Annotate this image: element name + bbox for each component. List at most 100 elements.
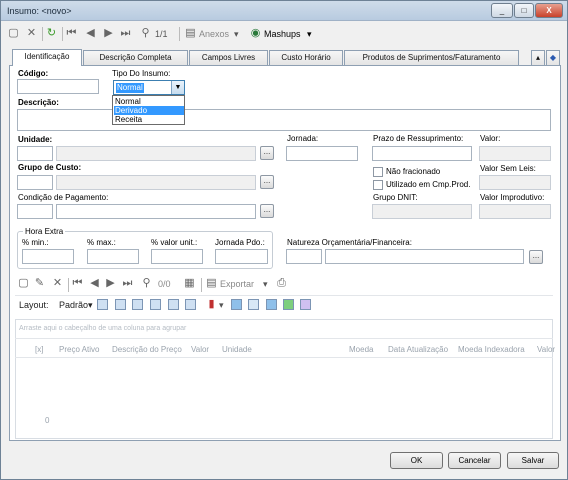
layout-save-icon[interactable] <box>97 299 108 310</box>
grupo-custo-code-input[interactable] <box>17 175 53 190</box>
utilizado-cmp-checkbox[interactable] <box>373 180 383 190</box>
tab-scroll-up-icon[interactable]: ▴ <box>531 50 545 65</box>
main-toolbar: ▢ ✕ ↻ ⏮ ◀ ▶ ⏭ ⚲ 1/1 ▤ Anexos ▾ ◉ Mashups… <box>3 23 565 45</box>
grid-first-icon[interactable]: ⏮ <box>71 277 84 290</box>
condicao-pagamento-description-input[interactable] <box>56 204 256 219</box>
font-icon[interactable] <box>300 299 311 310</box>
binoculars-icon[interactable]: ⚲ <box>139 27 152 40</box>
next-record-icon[interactable]: ▶ <box>102 27 115 40</box>
print-icon[interactable]: ⎙ <box>275 277 288 290</box>
chart-dropdown-arrow-icon[interactable]: ▾ <box>219 298 224 312</box>
tab-produtos-suprimentos[interactable]: Produtos de Suprimentos/Faturamento <box>344 50 519 65</box>
exportar-dropdown-arrow-icon[interactable]: ▾ <box>263 277 268 291</box>
anexos-button[interactable]: Anexos <box>199 27 229 41</box>
toolbar-separator <box>42 27 43 41</box>
pct-valor-unit-input[interactable] <box>151 249 203 264</box>
condicao-pagamento-code-input[interactable] <box>17 204 53 219</box>
new-document-icon[interactable]: ▢ <box>7 27 20 40</box>
panel-full-icon[interactable] <box>283 299 294 310</box>
restore-button[interactable]: □ <box>514 3 534 18</box>
tipo-insumo-select[interactable]: Normal ▼ <box>113 80 185 95</box>
grid-next-icon[interactable]: ▶ <box>104 277 117 290</box>
title-bar[interactable]: Insumo: <novo> _ □ X <box>1 1 567 21</box>
grupo-custo-label: Grupo de Custo: <box>18 163 82 172</box>
close-button[interactable]: X <box>535 3 563 18</box>
column-header-unidade[interactable]: Unidade <box>222 345 252 354</box>
jornada-input[interactable] <box>286 146 358 161</box>
layout-filter-icon[interactable] <box>150 299 161 310</box>
chart-icon[interactable]: ▮ <box>205 298 218 311</box>
grupo-custo-lookup-button[interactable]: ... <box>260 175 274 189</box>
padrao-dropdown-arrow-icon[interactable]: ▾ <box>88 298 93 312</box>
refresh-icon[interactable]: ↻ <box>45 27 58 40</box>
dropdown-option-derivado[interactable]: Derivado <box>114 106 184 115</box>
tab-identificacao[interactable]: Identificação <box>12 49 82 66</box>
grid-previous-icon[interactable]: ◀ <box>88 277 101 290</box>
delete-row-icon[interactable]: ✕ <box>51 277 64 290</box>
grupo-dnit-input <box>372 204 472 219</box>
precos-grid[interactable] <box>15 319 553 439</box>
export-icon[interactable]: ▤ <box>205 277 218 290</box>
panel-right-icon[interactable] <box>266 299 277 310</box>
condicao-pagamento-lookup-button[interactable]: ... <box>260 204 274 218</box>
tab-custo-horario[interactable]: Custo Horário <box>269 50 343 65</box>
column-header-data-atualizacao[interactable]: Data Atualização <box>388 345 448 354</box>
minimize-button[interactable]: _ <box>491 3 513 18</box>
grid-record-position: 0/0 <box>158 279 171 289</box>
layout-autofit-icon[interactable] <box>185 299 196 310</box>
exportar-button[interactable]: Exportar <box>220 277 254 291</box>
pct-min-input[interactable] <box>22 249 74 264</box>
edit-row-icon[interactable]: ✎ <box>33 277 46 290</box>
layout-sort-icon[interactable] <box>168 299 179 310</box>
layout-columns-icon[interactable] <box>115 299 126 310</box>
valor-sem-leis-label: Valor Sem Leis: <box>480 164 536 173</box>
grid-last-icon[interactable]: ⏭ <box>121 277 134 290</box>
tab-scroll-down-icon[interactable]: ◆ <box>546 50 560 65</box>
new-row-icon[interactable]: ▢ <box>17 277 30 290</box>
attachments-icon[interactable]: ▤ <box>184 27 197 40</box>
dropdown-option-normal[interactable]: Normal <box>114 97 184 106</box>
codigo-input[interactable] <box>17 79 99 94</box>
panel-top-icon[interactable] <box>248 299 259 310</box>
natureza-lookup-button[interactable]: ... <box>529 250 543 264</box>
column-header-preco-ativo[interactable]: Preço Ativo <box>59 345 99 354</box>
descricao-input[interactable] <box>17 109 551 131</box>
layout-group-icon[interactable] <box>132 299 143 310</box>
column-header-moeda[interactable]: Moeda <box>349 345 373 354</box>
jornada-pdo-input[interactable] <box>215 249 268 264</box>
first-record-icon[interactable]: ⏮ <box>65 27 78 40</box>
save-button[interactable]: Salvar <box>507 452 559 469</box>
cancel-button[interactable]: Cancelar <box>448 452 501 469</box>
last-record-icon[interactable]: ⏭ <box>119 27 132 40</box>
anexos-dropdown-arrow-icon[interactable]: ▾ <box>234 27 239 41</box>
grid-view-icon[interactable]: ▦ <box>183 277 196 290</box>
delete-icon[interactable]: ✕ <box>25 27 38 40</box>
dropdown-option-receita[interactable]: Receita <box>114 115 184 124</box>
pct-max-label: % max.: <box>87 238 116 247</box>
nao-fracionado-checkbox[interactable] <box>373 167 383 177</box>
grid-row-divider <box>15 357 553 358</box>
tab-descricao-completa[interactable]: Descrição Completa <box>83 50 188 65</box>
column-header-valor-2[interactable]: Valor <box>537 345 555 354</box>
prazo-input[interactable] <box>372 146 472 161</box>
panel-left-icon[interactable] <box>231 299 242 310</box>
column-header-valor[interactable]: Valor <box>191 345 209 354</box>
column-header-select-all[interactable]: [x] <box>35 345 43 354</box>
column-header-moeda-indexadora[interactable]: Moeda Indexadora <box>458 345 525 354</box>
padrao-layout-button[interactable]: Padrão <box>59 298 88 312</box>
unidade-code-input[interactable] <box>17 146 53 161</box>
natureza-description-input[interactable] <box>325 249 524 264</box>
grid-binoculars-icon[interactable]: ⚲ <box>140 277 153 290</box>
chevron-down-icon[interactable]: ▼ <box>171 81 184 94</box>
previous-record-icon[interactable]: ◀ <box>84 27 97 40</box>
natureza-code-input[interactable] <box>286 249 322 264</box>
unidade-lookup-button[interactable]: ... <box>260 146 274 160</box>
tab-campos-livres[interactable]: Campos Livres <box>189 50 268 65</box>
mashups-button[interactable]: Mashups <box>264 27 301 41</box>
jornada-pdo-label: Jornada Pdo.: <box>215 238 265 247</box>
mashups-dropdown-arrow-icon[interactable]: ▾ <box>307 27 312 41</box>
ok-button[interactable]: OK <box>390 452 443 469</box>
pct-max-input[interactable] <box>87 249 139 264</box>
column-header-descricao-preco[interactable]: Descrição do Preço <box>112 345 182 354</box>
globe-icon[interactable]: ◉ <box>249 27 262 40</box>
